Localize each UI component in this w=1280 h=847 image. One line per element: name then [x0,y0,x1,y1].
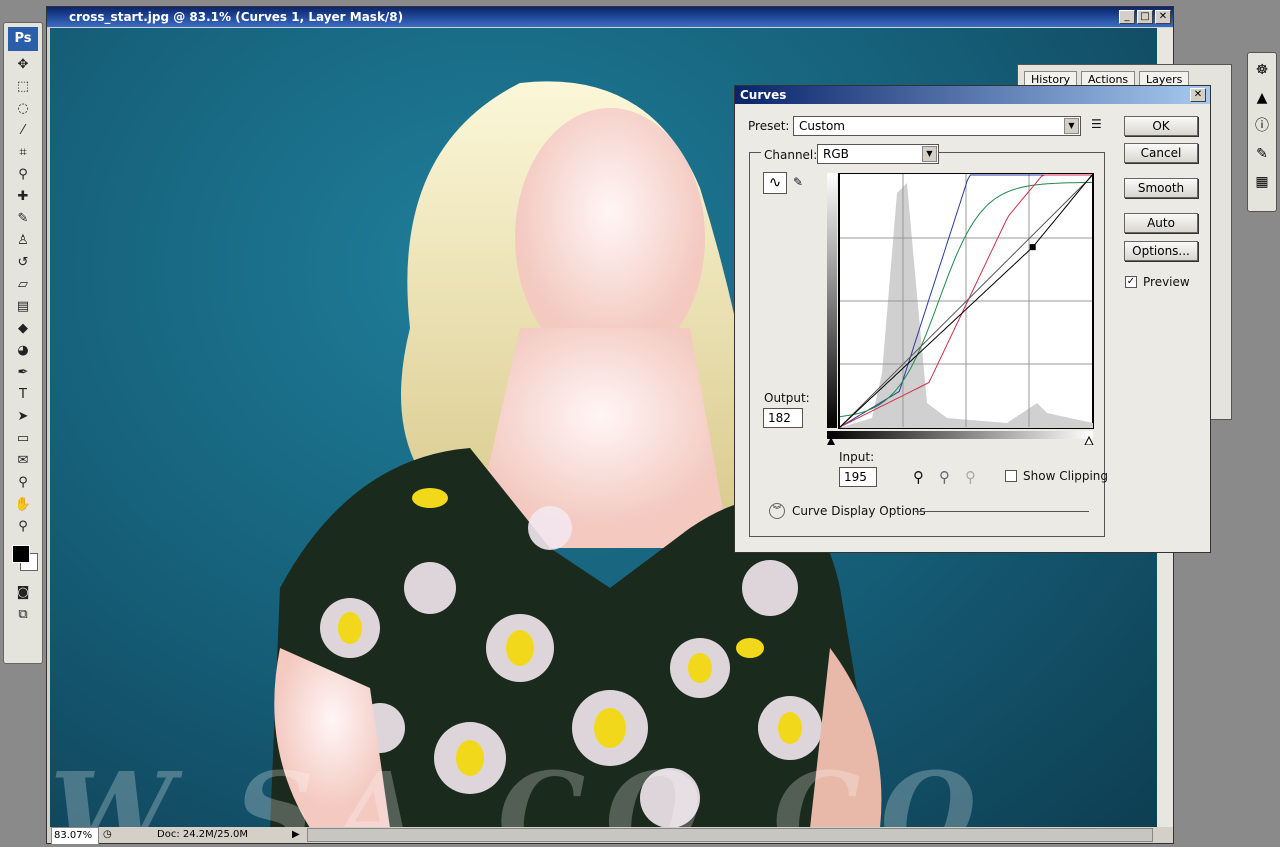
curve-display-options-toggle[interactable]: Curve Display Options [792,504,926,518]
cancel-button[interactable]: Cancel [1124,143,1198,163]
move-icon[interactable]: ✥ [11,55,35,75]
smooth-button[interactable]: Smooth [1124,178,1198,198]
black-eyedropper-icon[interactable]: ⚲ [913,468,924,486]
brush-icon[interactable]: ✎ [11,209,35,229]
preset-label: Preset: [748,119,790,133]
curves-dialog: Curves ✕ Preset: Custom ▼ ☰ Channel: RGB ▼… [734,85,1211,553]
show-clipping-label: Show Clipping [1023,469,1109,483]
navigator-icon[interactable]: ☸ [1251,59,1273,81]
history-brush-icon[interactable]: ↺ [11,253,35,273]
ok-button[interactable]: OK [1124,116,1198,136]
type-icon[interactable]: T [11,385,35,405]
maximize-button[interactable]: □ [1137,10,1153,24]
horizontal-scrollbar[interactable] [307,828,1153,842]
blur-icon[interactable]: ◆ [11,319,35,339]
pencil-tool-icon[interactable]: ✎ [793,175,803,189]
close-button[interactable]: ✕ [1155,10,1171,24]
color-swatches[interactable] [8,543,38,577]
watermark: W.SA CO.CO [50,748,997,828]
eyedropper-icon[interactable]: ⚲ [11,473,35,493]
panel-dock: ☸ ▲ ⓘ ✎ ▦ [1247,52,1277,212]
input-label: Input: [839,450,875,464]
channel-value: RGB [823,147,849,161]
divider [915,511,1089,512]
preset-select[interactable]: Custom ▼ [793,116,1081,136]
toolbox: Ps ✥ ⬚ ◌ ⁄ ⌗ ⚲ ✚ ✎ ♙ ↺ ▱ ▤ ◆ ◕ ✒ T ➤ ▭ ✉ ⚲ ✋ ⚲ ◙ ⧉ [3,22,43,664]
status-bar: 83.07% ◷ Doc: 24.2M/25.0M ▶ [47,827,1173,845]
channel-label: Channel: [761,148,821,162]
screen-mode-icon[interactable]: ⧉ [11,605,35,625]
clone-stamp-icon[interactable]: ♙ [11,231,35,251]
auto-button[interactable]: Auto [1124,213,1198,233]
histogram-icon[interactable]: ▲ [1251,87,1273,109]
dialog-close-button[interactable]: ✕ [1190,88,1206,102]
input-field[interactable]: 195 [839,467,877,487]
show-clipping-checkbox[interactable] [1005,470,1017,482]
input-gradient [827,431,1093,439]
swatches-icon[interactable]: ▦ [1251,171,1273,193]
minimize-button[interactable]: _ [1119,10,1135,24]
pen-icon[interactable]: ✒ [11,363,35,383]
preview-checkbox[interactable]: ✓ [1125,276,1137,288]
chevron-down-icon: ▼ [1064,118,1079,134]
preview-label: Preview [1143,275,1190,289]
dialog-title: Curves [735,86,1210,104]
shape-icon[interactable]: ▭ [11,429,35,449]
doc-size: Doc: 24.2M/25.0M [157,829,249,840]
output-field[interactable]: 182 [763,408,803,428]
info-icon[interactable]: ⓘ [1251,115,1273,137]
document-title: cross_start.jpg @ 83.1% (Curves 1, Layer… [47,7,1173,27]
output-label: Output: [764,391,810,405]
quick-mask-icon[interactable]: ◙ [11,583,35,603]
photoshop-logo: Ps [8,27,38,51]
curve-point-tool[interactable]: ∿ [763,172,787,194]
status-info-icon[interactable]: ◷ [103,827,112,843]
options-button[interactable]: Options... [1124,241,1198,261]
magic-wand-icon[interactable]: ⁄ [11,121,35,141]
expand-chevron-icon[interactable]: ︾ [769,503,785,519]
brushes-icon[interactable]: ✎ [1251,143,1273,165]
preset-options-icon[interactable]: ☰ [1091,117,1102,131]
preset-value: Custom [799,119,845,133]
status-menu-arrow-icon[interactable]: ▶ [292,827,300,843]
notes-icon[interactable]: ✉ [11,451,35,471]
zoom-icon[interactable]: ⚲ [11,517,35,537]
white-eyedropper-icon[interactable]: ⚲ [965,468,976,486]
lasso-icon[interactable]: ◌ [11,99,35,119]
hand-icon[interactable]: ✋ [11,495,35,515]
eyedropper-icon[interactable]: ⚲ [11,165,35,185]
control-point[interactable] [1029,244,1036,251]
healing-brush-icon[interactable]: ✚ [11,187,35,207]
eraser-icon[interactable]: ▱ [11,275,35,295]
chevron-down-icon: ▼ [922,146,937,162]
path-select-icon[interactable]: ➤ [11,407,35,427]
zoom-level[interactable]: 83.07% [51,827,99,845]
gradient-icon[interactable]: ▤ [11,297,35,317]
dodge-icon[interactable]: ◕ [11,341,35,361]
marquee-icon[interactable]: ⬚ [11,77,35,97]
gray-eyedropper-icon[interactable]: ⚲ [939,468,950,486]
curves-graph[interactable] [827,173,1095,445]
channel-select[interactable]: RGB ▼ [817,144,939,164]
crop-icon[interactable]: ⌗ [11,143,35,163]
